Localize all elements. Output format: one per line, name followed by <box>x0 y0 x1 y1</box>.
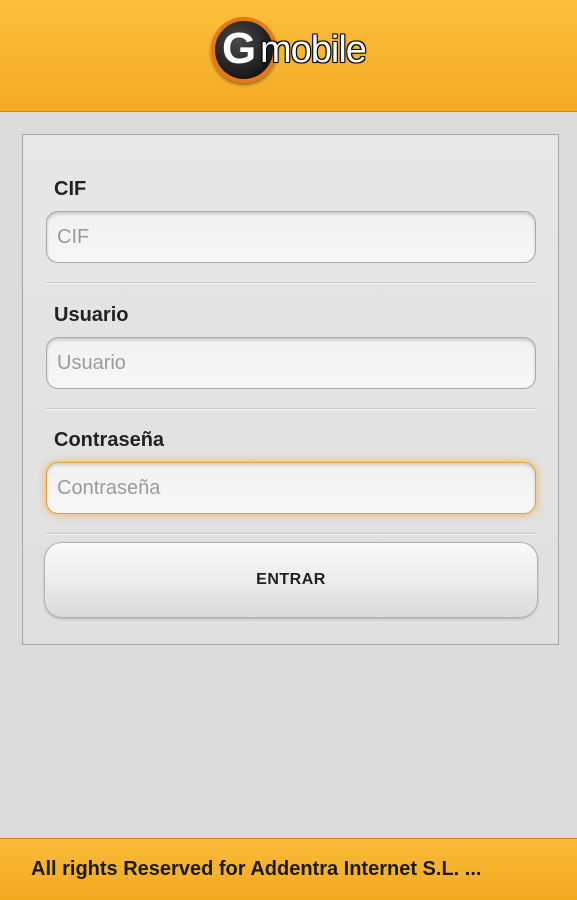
gmobile-logo: G mobile <box>208 14 378 90</box>
contrasena-label: Contraseña <box>54 429 165 451</box>
copyright-text: All rights Reserved for Addentra Interne… <box>31 858 482 880</box>
logo-letter: G <box>222 24 256 73</box>
usuario-input[interactable] <box>46 337 536 389</box>
usuario-label: Usuario <box>54 304 129 326</box>
field-divider <box>46 408 536 410</box>
entrar-button[interactable]: ENTRAR <box>44 542 538 618</box>
field-divider <box>46 282 536 284</box>
cif-label: CIF <box>54 178 87 200</box>
login-form-panel: CIF Usuario Contraseña ENTRAR <box>22 134 559 645</box>
logo-text: mobile <box>260 29 367 71</box>
app-footer: All rights Reserved for Addentra Interne… <box>0 838 577 900</box>
app-header: G mobile <box>0 0 577 112</box>
cif-input[interactable] <box>46 211 536 263</box>
field-divider <box>46 533 536 535</box>
contrasena-input[interactable] <box>46 462 536 514</box>
